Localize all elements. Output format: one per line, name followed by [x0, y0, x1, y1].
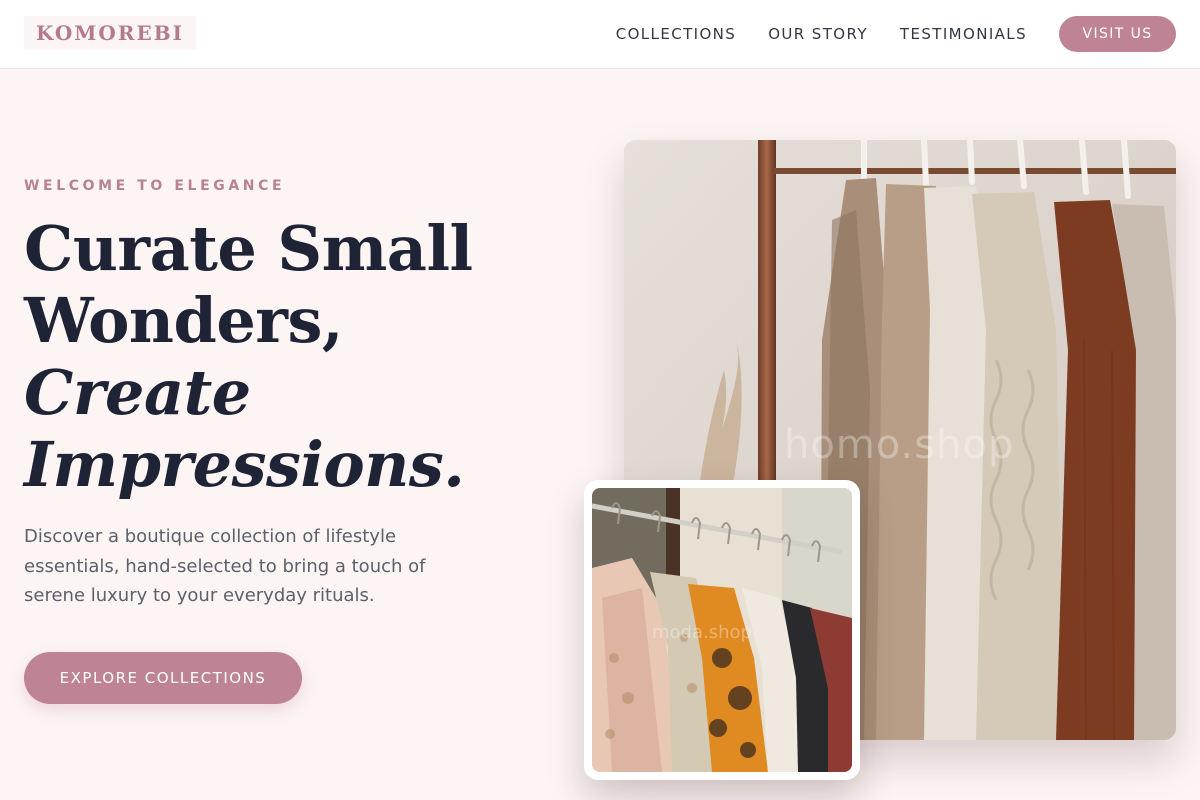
- nav-link-collections[interactable]: COLLECTIONS: [616, 25, 736, 43]
- brand-logo[interactable]: KOMOREBI: [24, 16, 196, 50]
- headline-line-1: Curate Small: [24, 212, 473, 285]
- nav-link-our-story[interactable]: OUR STORY: [768, 25, 868, 43]
- inset-watermark: moda.shop: [652, 622, 752, 643]
- hero-headline: Curate Small Wonders, Create Impressions…: [24, 213, 494, 501]
- explore-collections-button[interactable]: EXPLORE COLLECTIONS: [24, 652, 302, 704]
- inset-photo-frame: moda.shop: [584, 480, 860, 780]
- dress-rack-photo: moda.shop: [592, 488, 852, 772]
- site-header: KOMOREBI COLLECTIONS OUR STORY TESTIMONI…: [0, 0, 1200, 69]
- headline-line-4: Impressions.: [24, 428, 465, 501]
- visit-us-button[interactable]: VISIT US: [1059, 16, 1176, 52]
- headline-line-3: Create: [24, 356, 251, 429]
- hero-eyebrow: WELCOME TO ELEGANCE: [24, 178, 286, 194]
- photo-watermark: homo.shop: [784, 422, 1015, 468]
- main-nav: COLLECTIONS OUR STORY TESTIMONIALS VISIT…: [616, 16, 1176, 52]
- headline-line-2: Wonders,: [24, 284, 343, 357]
- nav-link-testimonials[interactable]: TESTIMONIALS: [900, 25, 1027, 43]
- hero-description: Discover a boutique collection of lifest…: [24, 526, 426, 606]
